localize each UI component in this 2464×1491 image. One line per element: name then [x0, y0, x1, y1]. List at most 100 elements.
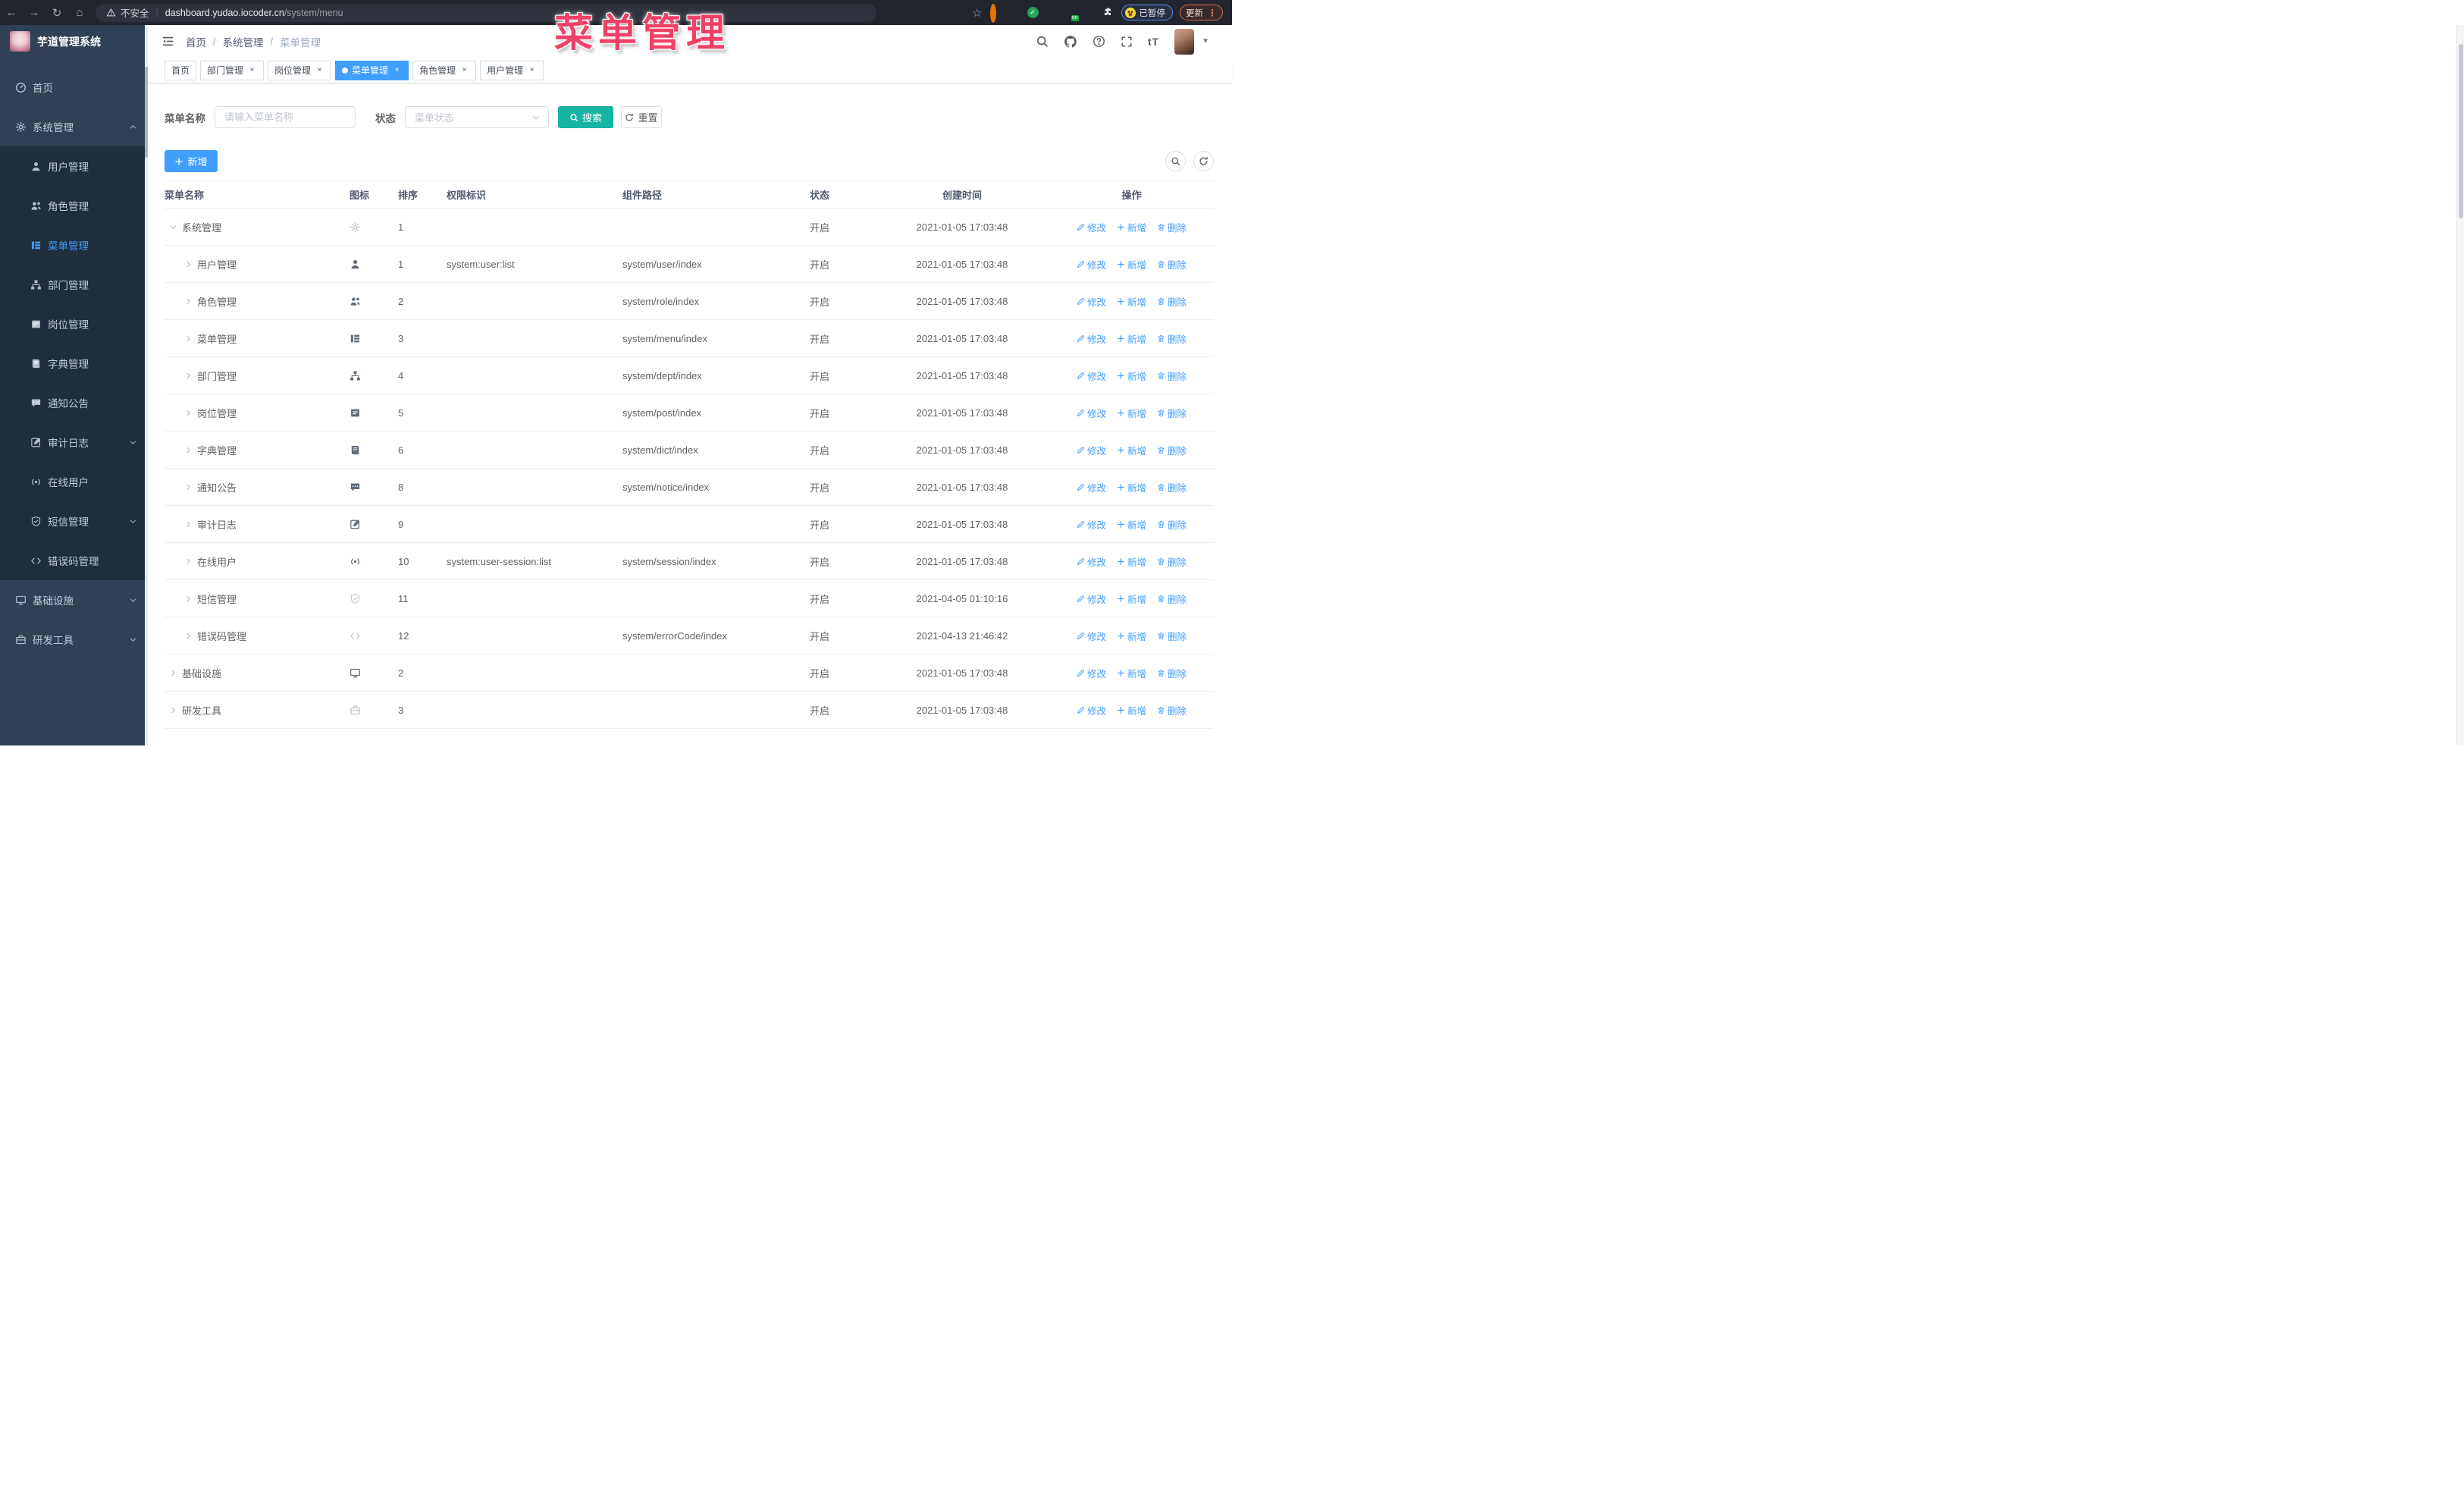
row-add-button[interactable]: 新增 — [1117, 369, 1146, 383]
avatar[interactable] — [1174, 28, 1195, 55]
font-size-icon[interactable]: tT — [1148, 36, 1159, 48]
extension-icon[interactable] — [1064, 7, 1077, 19]
sidebar-item-audit-log[interactable]: 审计日志 — [0, 422, 148, 462]
browser-forward-button[interactable]: → — [23, 6, 45, 19]
browser-home-button[interactable]: ⌂ — [68, 6, 91, 19]
tab-menu[interactable]: 菜单管理 × — [335, 60, 409, 80]
chevron-right-icon[interactable] — [184, 409, 193, 417]
close-icon[interactable]: × — [247, 65, 257, 75]
hamburger-collapse-icon[interactable] — [161, 35, 174, 48]
search-icon[interactable] — [1036, 35, 1049, 48]
row-add-button[interactable]: 新增 — [1117, 443, 1146, 457]
row-delete-button[interactable]: 删除 — [1157, 369, 1187, 383]
status-select[interactable]: 菜单状态 — [405, 106, 549, 128]
row-add-button[interactable]: 新增 — [1117, 629, 1146, 643]
chevron-down-icon[interactable]: ▼ — [1202, 37, 1209, 46]
tab-home[interactable]: 首页 — [165, 60, 197, 80]
tab-post[interactable]: 岗位管理 × — [268, 60, 332, 80]
row-add-button[interactable]: 新增 — [1117, 554, 1146, 569]
row-edit-button[interactable]: 修改 — [1077, 220, 1106, 234]
sidebar-item-online-user[interactable]: 在线用户 — [0, 462, 148, 501]
row-edit-button[interactable]: 修改 — [1077, 517, 1106, 532]
breadcrumb-home[interactable]: 首页 — [186, 34, 206, 49]
refresh-table-button[interactable] — [1193, 151, 1214, 171]
row-edit-button[interactable]: 修改 — [1077, 331, 1106, 346]
tab-user[interactable]: 用户管理 × — [480, 60, 544, 80]
row-add-button[interactable]: 新增 — [1117, 331, 1146, 346]
row-delete-button[interactable]: 删除 — [1157, 517, 1187, 532]
sidebar-item-dict[interactable]: 字典管理 — [0, 344, 148, 383]
app-logo[interactable]: 芋道管理系统 — [0, 25, 148, 58]
row-delete-button[interactable]: 删除 — [1157, 592, 1187, 606]
close-icon[interactable]: × — [527, 65, 537, 75]
extension-icon[interactable] — [1083, 7, 1096, 19]
toggle-search-button[interactable] — [1165, 151, 1186, 171]
extensions-puzzle-icon[interactable] — [1102, 7, 1114, 19]
chevron-right-icon[interactable] — [184, 483, 193, 491]
chevron-right-icon[interactable] — [184, 297, 193, 306]
extension-icon[interactable] — [1008, 7, 1020, 19]
fullscreen-icon[interactable] — [1121, 36, 1133, 48]
sidebar-item-user[interactable]: 用户管理 — [0, 146, 148, 186]
row-edit-button[interactable]: 修改 — [1077, 406, 1106, 420]
sidebar-item-role[interactable]: 角色管理 — [0, 186, 148, 225]
row-add-button[interactable]: 新增 — [1117, 257, 1146, 272]
row-delete-button[interactable]: 删除 — [1157, 703, 1187, 717]
row-edit-button[interactable]: 修改 — [1077, 703, 1106, 717]
row-delete-button[interactable]: 删除 — [1157, 554, 1187, 569]
close-icon[interactable]: × — [392, 65, 402, 75]
sidebar-item-system[interactable]: 系统管理 — [0, 107, 148, 146]
bookmark-star-icon[interactable]: ☆ — [972, 6, 982, 20]
row-add-button[interactable]: 新增 — [1117, 517, 1146, 532]
row-add-button[interactable]: 新增 — [1117, 220, 1146, 234]
row-delete-button[interactable]: 删除 — [1157, 406, 1187, 420]
chevron-right-icon[interactable] — [169, 669, 177, 677]
row-add-button[interactable]: 新增 — [1117, 666, 1146, 680]
sidebar-scrollbar[interactable] — [145, 25, 148, 746]
extension-icon[interactable] — [989, 3, 1002, 23]
browser-back-button[interactable]: ← — [0, 6, 23, 19]
page-scrollbar[interactable] — [2456, 25, 2464, 746]
reset-button[interactable]: 重置 — [621, 106, 662, 128]
add-button[interactable]: 新增 — [165, 150, 218, 172]
close-icon[interactable]: × — [459, 65, 469, 75]
chevron-right-icon[interactable] — [184, 557, 193, 566]
row-delete-button[interactable]: 删除 — [1157, 220, 1187, 234]
help-icon[interactable] — [1092, 35, 1105, 48]
row-edit-button[interactable]: 修改 — [1077, 629, 1106, 643]
row-delete-button[interactable]: 删除 — [1157, 294, 1187, 309]
chevron-right-icon[interactable] — [169, 706, 177, 714]
row-add-button[interactable]: 新增 — [1117, 294, 1146, 309]
row-delete-button[interactable]: 删除 — [1157, 480, 1187, 494]
row-delete-button[interactable]: 删除 — [1157, 443, 1187, 457]
chevron-right-icon[interactable] — [184, 260, 193, 268]
row-add-button[interactable]: 新增 — [1117, 703, 1146, 717]
sidebar-item-sms[interactable]: 短信管理 — [0, 501, 148, 541]
close-icon[interactable]: × — [315, 65, 324, 75]
browser-reload-button[interactable]: ↻ — [45, 6, 68, 20]
row-delete-button[interactable]: 删除 — [1157, 257, 1187, 272]
tab-dept[interactable]: 部门管理 × — [200, 60, 265, 80]
search-button[interactable]: 搜索 — [558, 106, 613, 128]
menu-name-input[interactable] — [215, 106, 356, 128]
row-edit-button[interactable]: 修改 — [1077, 294, 1106, 309]
extension-icon[interactable]: ✓ — [1027, 7, 1039, 18]
row-edit-button[interactable]: 修改 — [1077, 443, 1106, 457]
address-bar[interactable]: 不安全 | dashboard.yudao.iocoder.cn/system/… — [96, 3, 876, 22]
extension-icon[interactable] — [1045, 7, 1058, 19]
breadcrumb-system[interactable]: 系统管理 — [222, 34, 263, 49]
security-label[interactable]: 不安全 — [121, 5, 149, 20]
row-add-button[interactable]: 新增 — [1117, 406, 1146, 420]
row-add-button[interactable]: 新增 — [1117, 480, 1146, 494]
sidebar-item-dev-tools[interactable]: 研发工具 — [0, 620, 148, 659]
row-edit-button[interactable]: 修改 — [1077, 592, 1106, 606]
sidebar-item-home[interactable]: 首页 — [0, 67, 148, 107]
row-delete-button[interactable]: 删除 — [1157, 629, 1187, 643]
chevron-right-icon[interactable] — [184, 446, 193, 454]
sidebar-item-infra[interactable]: 基础设施 — [0, 580, 148, 620]
row-edit-button[interactable]: 修改 — [1077, 257, 1106, 272]
update-button[interactable]: 更新 ⋮ — [1180, 5, 1223, 20]
chevron-right-icon[interactable] — [184, 520, 193, 529]
sidebar-item-dept[interactable]: 部门管理 — [0, 265, 148, 304]
row-edit-button[interactable]: 修改 — [1077, 480, 1106, 494]
